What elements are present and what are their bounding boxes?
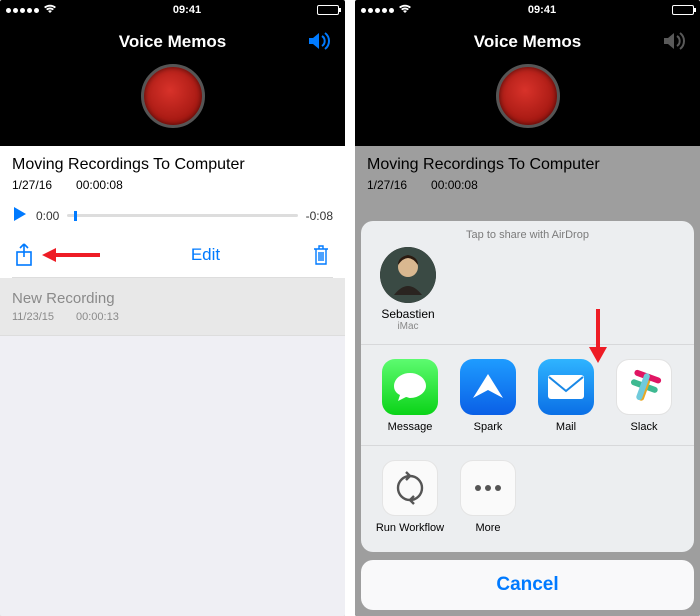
status-time: 09:41 [528,4,556,16]
play-icon[interactable] [12,206,28,225]
status-time: 09:41 [173,4,201,16]
share-app-mail[interactable]: Mail [527,359,605,433]
phone-left: 09:41 Voice Memos Moving Recordings To C… [0,0,345,616]
wifi-icon [43,4,57,17]
page-title: Voice Memos [474,32,581,52]
more-icon [460,460,516,516]
share-app-message[interactable]: Message [371,359,449,433]
phone-right: 09:41 Voice Memos Moving Recordings To C… [355,0,700,616]
play-position: 0:00 [36,209,59,223]
annotation-arrow-icon [587,309,609,368]
record-button [496,64,560,128]
action-more[interactable]: More [449,460,527,534]
avatar [380,247,436,303]
airdrop-hint: Tap to share with AirDrop [361,221,694,245]
record-area [355,64,700,146]
share-apps-row: Message Spark Mail [361,345,694,446]
memo-date: 11/23/15 [12,311,54,323]
spark-icon [460,359,516,415]
trash-icon[interactable] [309,243,333,267]
edit-button[interactable]: Edit [191,245,220,265]
status-bar: 09:41 [0,0,345,20]
speaker-icon[interactable] [307,30,333,57]
active-memo[interactable]: Moving Recordings To Computer 1/27/16 00… [0,146,345,278]
cancel-button[interactable]: Cancel [361,560,694,610]
workflow-icon [382,460,438,516]
play-remaining: -0:08 [306,209,333,223]
memo-list-empty [0,336,345,616]
wifi-icon [398,4,412,17]
action-run-workflow[interactable]: Run Workflow [371,460,449,534]
memo-date: 1/27/16 [12,178,52,192]
memo-row[interactable]: New Recording 11/23/15 00:00:13 [0,278,345,336]
speaker-icon [662,30,688,57]
action-label: More [449,522,527,534]
app-label: Message [371,421,449,433]
memo-title: New Recording [12,290,333,307]
app-label: Mail [527,421,605,433]
contact-name: Sebastien [373,307,443,321]
record-area [0,64,345,146]
page-title: Voice Memos [119,32,226,52]
memo-panel: Moving Recordings To Computer 1/27/16 00… [0,146,345,616]
status-bar: 09:41 [355,0,700,20]
nav-header: Voice Memos [0,20,345,64]
share-icon[interactable] [12,243,36,267]
message-icon [382,359,438,415]
annotation-arrow-icon [42,246,102,264]
action-label: Run Workflow [371,522,449,534]
app-label: Spark [449,421,527,433]
signal-dots-icon [6,8,39,13]
record-button[interactable] [141,64,205,128]
battery-icon [317,5,339,15]
share-app-spark[interactable]: Spark [449,359,527,433]
share-sheet: Tap to share with AirDrop Sebastien iMac [361,221,694,610]
mail-icon [538,359,594,415]
battery-icon [672,5,694,15]
memo-duration: 00:00:13 [76,311,119,323]
signal-dots-icon [361,8,394,13]
memo-title: Moving Recordings To Computer [12,156,333,174]
memo-duration: 00:00:08 [76,178,123,192]
nav-header: Voice Memos [355,20,700,64]
share-app-slack[interactable]: Slack [605,359,683,433]
share-actions-row: Run Workflow More [361,446,694,552]
airdrop-contact[interactable]: Sebastien iMac [373,247,443,332]
contact-device: iMac [373,321,443,332]
scrubber[interactable] [67,214,297,217]
app-label: Slack [605,421,683,433]
slack-icon [616,359,672,415]
